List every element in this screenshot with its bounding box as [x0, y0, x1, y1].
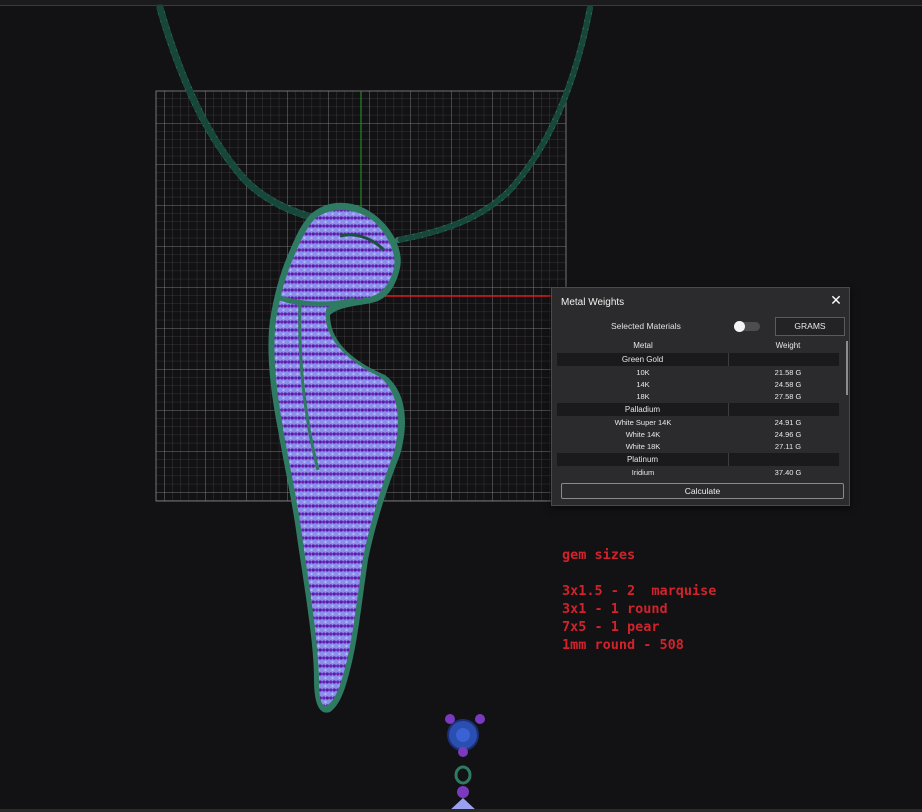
table-row[interactable]: 10K 21.58 G — [557, 366, 839, 378]
close-icon[interactable]: ✕ — [829, 293, 843, 307]
weight-cell: 24.96 G — [774, 430, 802, 439]
metal-weights-panel: Metal Weights ✕ Selected Materials GRAMS… — [551, 287, 850, 506]
selected-materials-label: Selected Materials — [611, 321, 681, 331]
weight-cell: 37.40 G — [774, 468, 802, 477]
group-row[interactable]: Green Gold — [557, 353, 839, 366]
column-divider — [728, 353, 729, 366]
weight-cell: 24.58 G — [774, 380, 802, 389]
metal-cell: Iridium — [631, 468, 655, 477]
panel-title: Metal Weights — [561, 297, 625, 308]
column-header-weight: Weight — [775, 341, 801, 350]
table-row[interactable]: 14K 24.58 G — [557, 378, 839, 390]
weight-cell: 24.91 G — [774, 418, 802, 427]
column-divider — [728, 403, 729, 416]
group-name: Palladium — [624, 405, 661, 414]
annotation-title: gem sizes — [562, 547, 636, 563]
group-name: Green Gold — [621, 355, 664, 364]
table-body: Green Gold 10K 21.58 G 14K 24.58 G 18K 2… — [557, 352, 839, 478]
column-header-metal: Metal — [633, 341, 653, 350]
units-button[interactable]: GRAMS — [775, 317, 845, 336]
weight-cell: 21.58 G — [774, 368, 802, 377]
group-row[interactable]: Platinum — [557, 453, 839, 466]
calculate-button[interactable]: Calculate — [561, 483, 844, 499]
table-row[interactable]: White Super 14K 24.91 G — [557, 416, 839, 428]
annotation-line: 7x5 - 1 pear — [562, 619, 660, 635]
table-row[interactable]: 18K 27.58 G — [557, 390, 839, 402]
table-row[interactable]: White 14K 24.96 G — [557, 428, 839, 440]
weight-cell: 27.58 G — [774, 392, 802, 401]
annotation-line: 1mm round - 508 — [562, 637, 684, 653]
group-row[interactable]: Palladium — [557, 403, 839, 416]
table-header: Metal Weight — [557, 339, 839, 352]
toggle-knob — [734, 321, 745, 332]
metal-cell: White 18K — [625, 442, 661, 451]
weight-cell: 27.11 G — [774, 442, 802, 451]
metal-cell: White 14K — [625, 430, 661, 439]
table-row[interactable]: White 18K 27.11 G — [557, 440, 839, 452]
panther-pendant-model[interactable] — [268, 202, 405, 713]
metal-cell: 14K — [636, 380, 650, 389]
annotation-line: 3x1 - 1 round — [562, 601, 668, 617]
annotation-spacer — [562, 564, 716, 582]
group-name: Platinum — [626, 455, 659, 464]
table-row[interactable]: Iridium 37.40 G — [557, 466, 839, 478]
gem-sizes-annotation: gem sizes 3x1.5 - 2 marquise 3x1 - 1 rou… — [562, 546, 716, 654]
metal-cell: 18K — [636, 392, 650, 401]
table-scrollbar[interactable] — [846, 341, 848, 395]
metal-weights-table[interactable]: Metal Weight Green Gold 10K 21.58 G 14K … — [557, 339, 845, 481]
metal-cell: 10K — [636, 368, 650, 377]
selected-materials-toggle[interactable] — [734, 321, 760, 332]
drop-gem-model[interactable] — [445, 714, 485, 812]
annotation-line: 3x1.5 - 2 marquise — [562, 583, 717, 599]
metal-cell: White Super 14K — [614, 418, 672, 427]
column-divider — [728, 453, 729, 466]
